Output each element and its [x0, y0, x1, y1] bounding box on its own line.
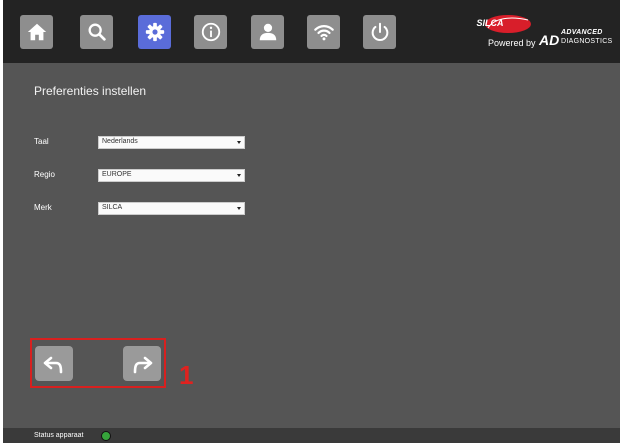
home-icon	[27, 23, 46, 41]
language-value: Nederlands	[102, 138, 138, 145]
forward-button[interactable]	[123, 346, 161, 381]
undo-arrow-icon	[43, 356, 63, 373]
brand-label: Merk	[34, 203, 52, 212]
status-label: Status apparaat	[34, 432, 84, 439]
status-indicator-icon	[101, 431, 111, 441]
power-icon	[371, 22, 388, 41]
wifi-button[interactable]	[307, 15, 340, 49]
powered-by-text: Powered by	[488, 38, 536, 48]
top-toolbar: SILCA Powered by AD ADVANCED DIAGNOSTICS	[3, 0, 620, 63]
redo-arrow-icon	[133, 356, 153, 373]
user-icon	[259, 23, 276, 41]
language-select[interactable]: Nederlands	[98, 136, 245, 149]
info-button[interactable]	[194, 15, 227, 49]
brand-value: SILCA	[102, 204, 123, 211]
back-button[interactable]	[35, 346, 73, 381]
language-label: Taal	[34, 137, 49, 146]
home-button[interactable]	[20, 15, 53, 49]
status-bar: Status apparaat	[3, 428, 620, 443]
annotation-number: 1	[179, 360, 194, 390]
chevron-down-icon	[237, 141, 241, 144]
user-button[interactable]	[251, 15, 284, 49]
wifi-icon	[313, 25, 334, 41]
chevron-down-icon	[237, 207, 241, 210]
ad-advanced-text: ADVANCED	[561, 29, 603, 36]
info-icon	[201, 22, 220, 42]
region-label: Regio	[34, 170, 55, 179]
app-window: SILCA Powered by AD ADVANCED DIAGNOSTICS…	[3, 0, 620, 443]
page-title: Preferenties instellen	[34, 84, 147, 98]
ad-logo-mark: AD	[539, 32, 560, 48]
search-icon	[88, 23, 106, 41]
power-button[interactable]	[363, 15, 396, 49]
search-button[interactable]	[80, 15, 113, 49]
chevron-down-icon	[237, 174, 241, 177]
settings-button[interactable]	[138, 15, 171, 49]
region-select[interactable]: EUROPE	[98, 169, 245, 182]
brand-logo-area: SILCA Powered by AD ADVANCED DIAGNOSTICS	[466, 14, 614, 52]
ad-diagnostics-text: DIAGNOSTICS	[561, 38, 613, 45]
silca-logo-text: SILCA	[476, 18, 504, 28]
brand-select[interactable]: SILCA	[98, 202, 245, 215]
gear-icon	[145, 22, 164, 42]
region-value: EUROPE	[102, 171, 132, 178]
